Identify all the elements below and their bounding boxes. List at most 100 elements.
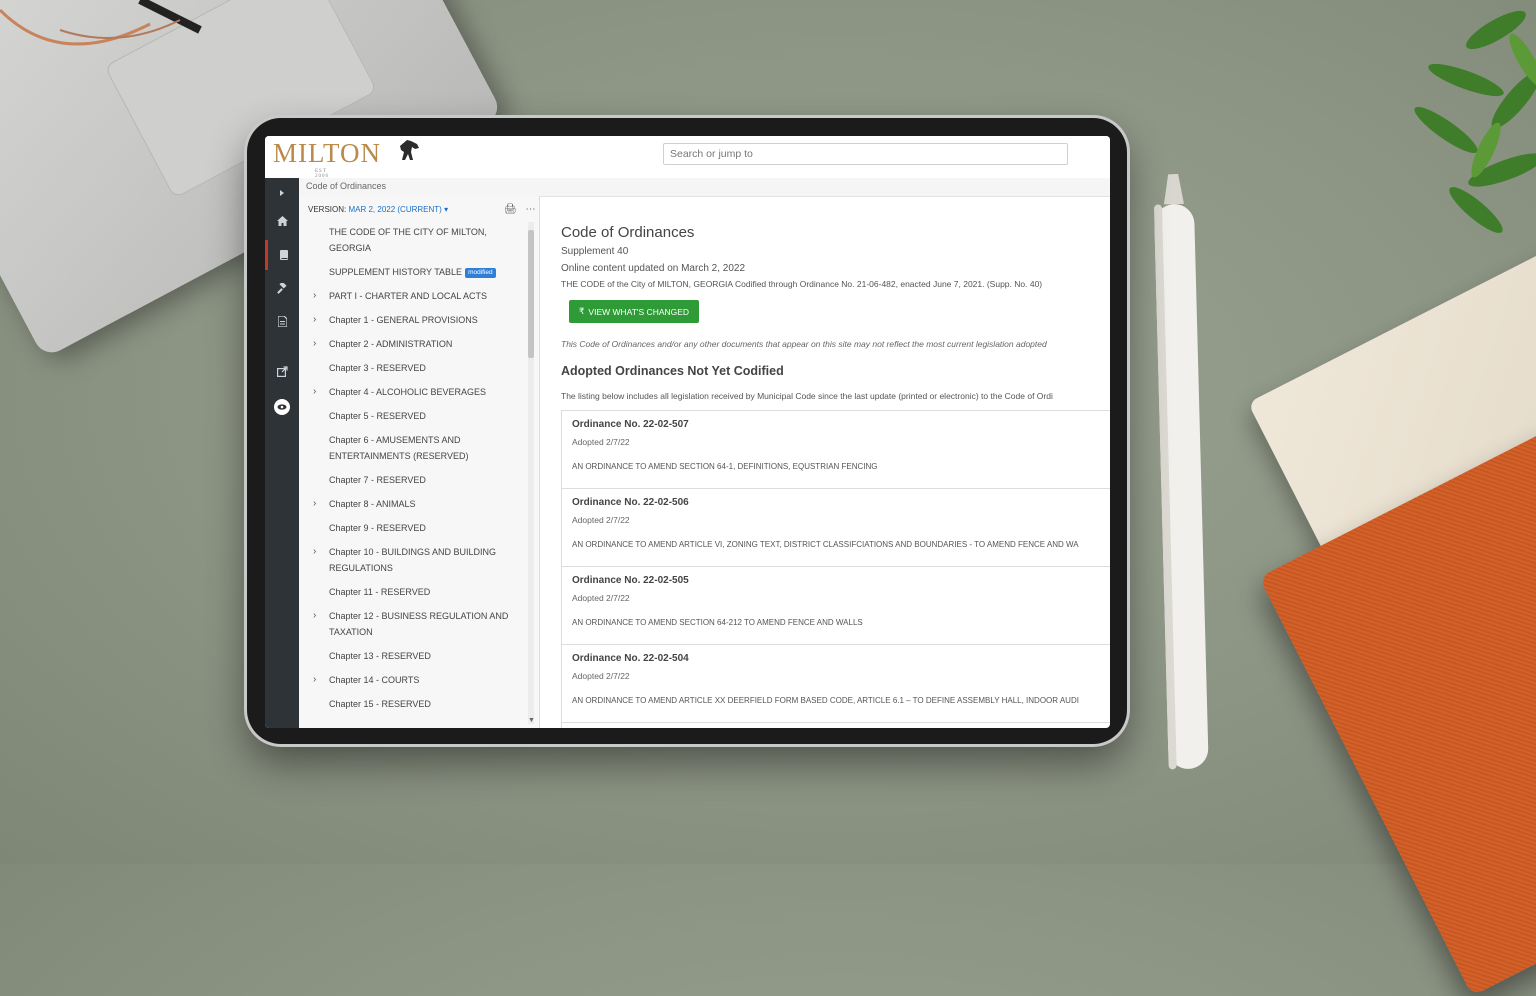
scroll-down-arrow-icon[interactable]: ▼ [528,717,535,724]
gavel-icon [276,282,287,294]
toc-tools: 🖨 ⋯ [504,204,535,215]
chevron-right-icon[interactable]: › [313,288,316,304]
eye-icon [274,399,290,415]
toc-item[interactable]: › PART I - CHARTER AND LOCAL ACTS [299,284,527,308]
scroll-thumb[interactable] [528,230,534,358]
ordinance-description: AN ORDINANCE TO AMEND ARTICLE VI, ZONING… [572,540,1079,549]
chevron-right-icon[interactable]: › [313,544,316,560]
more-icon[interactable]: ⋯ [525,204,535,215]
ordinance-adopted-date: Adopted 2/7/22 [572,437,630,447]
toc-item-label: Chapter 15 - RESERVED [329,699,431,709]
version-selector[interactable]: VERSION: MAR 2, 2022 (CURRENT) ▾ [308,205,448,214]
toc-item-label: Chapter 9 - RESERVED [329,523,426,533]
print-icon[interactable]: 🖨 [504,204,517,215]
codified-text: THE CODE of the City of MILTON, GEORGIA … [561,279,1043,289]
toc-item[interactable]: Chapter 15 - RESERVED [299,692,527,716]
toc-item[interactable]: › Chapter 2 - ADMINISTRATION [299,332,527,356]
chevron-right-icon[interactable]: › [313,336,316,352]
view-toggle-button[interactable] [265,392,299,422]
toc-item-label: SUPPLEMENT HISTORY TABLE [329,267,463,277]
ordinance-adopted-date: Adopted 2/7/22 [572,671,630,681]
toc-item[interactable]: SUPPLEMENT HISTORY TABLE modified [299,260,527,284]
toc-item-label: Chapter 13 - RESERVED [329,651,431,661]
ordinance-description: AN ORDINANCE TO AMEND SECTION 64-1, DEFI… [572,462,878,471]
disclaimer-text: This Code of Ordinances and/or any other… [561,339,1047,349]
ordinance-description: AN ORDINANCE TO AMEND SECTION 64-212 TO … [572,618,863,627]
ordinance-card[interactable]: Ordinance No. 22-02-505 Adopted 2/7/22 AN … [562,567,1110,645]
supplement-label: Supplement 40 [561,246,629,257]
external-link-icon [276,365,288,377]
toc-item-label: Chapter 3 - RESERVED [329,363,426,373]
home-button[interactable] [265,206,299,236]
ordinance-card[interactable]: Ordinance No. 22-02-506 Adopted 2/7/22 AN … [562,489,1110,567]
book-icon [279,249,288,260]
document-icon [277,315,287,327]
toc-item-label: Chapter 8 - ANIMALS [329,499,416,509]
ordinance-title[interactable]: Ordinance No. 22-02-504 [572,653,689,664]
toc-item-label: Chapter 5 - RESERVED [329,411,426,421]
toc-item[interactable]: › Chapter 1 - GENERAL PROVISIONS [299,308,527,332]
stylus-prop [1154,173,1209,770]
chevron-right-icon[interactable]: › [313,608,316,624]
version-value[interactable]: MAR 2, 2022 (CURRENT) [348,205,441,214]
ordinance-description: AN ORDINANCE TO AMEND ARTICLE XX DEERFIE… [572,696,1079,705]
chevron-right-icon[interactable]: › [313,496,316,512]
toc-item-label: Chapter 14 - COURTS [329,675,420,685]
toc-item[interactable]: Chapter 9 - RESERVED [299,516,527,540]
listing-text: The listing below includes all legislati… [561,391,1053,401]
toc-item-label: Chapter 2 - ADMINISTRATION [329,339,453,349]
toc-item[interactable]: Chapter 7 - RESERVED [299,468,527,492]
toc-item[interactable]: Chapter 13 - RESERVED [299,644,527,668]
breadcrumb-item[interactable]: Code of Ordinances [306,181,386,191]
version-label: VERSION: [308,205,347,214]
chevron-down-icon: ▾ [444,205,449,214]
plant-prop [1414,10,1536,233]
toc-list: THE CODE OF THE CITY OF MILTON, GEORGIA S… [299,220,527,716]
documents-button[interactable] [265,306,299,336]
toc-item-label: Chapter 6 - AMUSEMENTS AND ENTERTAINMENT… [329,435,469,461]
toc-item[interactable]: Chapter 3 - RESERVED [299,356,527,380]
ordinances-button[interactable] [265,273,299,303]
chevron-right-icon[interactable]: › [313,312,316,328]
chevron-right-icon[interactable]: › [313,672,316,688]
logo-text: MILTON [273,138,382,168]
view-whats-changed-label: VIEW WHAT'S CHANGED [588,306,690,317]
toc-item[interactable]: THE CODE OF THE CITY OF MILTON, GEORGIA [299,220,527,260]
toc-item[interactable]: › Chapter 8 - ANIMALS [299,492,527,516]
main-content: Code of Ordinances Supplement 40 Online … [540,196,1110,728]
toc-sidebar: VERSION: MAR 2, 2022 (CURRENT) ▾ 🖨 ⋯ THE… [299,196,540,728]
ordinance-adopted-date: Adopted 2/7/22 [572,593,630,603]
codes-button[interactable] [265,240,299,270]
toc-item[interactable]: Chapter 5 - RESERVED [299,404,527,428]
ordinance-card[interactable]: Ordinance No. 22-02-504 Adopted 2/7/22 AN … [562,645,1110,723]
section-heading: Adopted Ordinances Not Yet Codified [561,364,784,378]
ordinance-title[interactable]: Ordinance No. 22-02-505 [572,575,689,586]
toc-item-label: PART I - CHARTER AND LOCAL ACTS [329,291,488,301]
home-icon [276,216,288,226]
toc-item-label: THE CODE OF THE CITY OF MILTON, GEORGIA [329,227,487,253]
expand-rail-button[interactable] [265,178,299,208]
ordinance-card[interactable]: Ordinance No. 22-02-503 [562,723,1110,728]
chevron-right-icon [280,190,284,196]
view-whats-changed-button[interactable]: ₹ VIEW WHAT'S CHANGED [569,300,700,323]
toc-item[interactable]: › Chapter 14 - COURTS [299,668,527,692]
ordinance-card[interactable]: Ordinance No. 22-02-507 Adopted 2/7/22 AN … [562,411,1110,489]
updated-date: Online content updated on March 2, 2022 [561,263,746,274]
toc-scrollbar[interactable]: ▼ [528,222,535,724]
modified-badge: modified [465,268,496,278]
toc-item-label: Chapter 7 - RESERVED [329,475,426,485]
toc-item[interactable]: › Chapter 12 - BUSINESS REGULATION AND TA… [299,604,527,644]
external-link-button[interactable] [265,356,299,386]
toc-item[interactable]: › Chapter 4 - ALCOHOLIC BEVERAGES [299,380,527,404]
toc-item-label: Chapter 1 - GENERAL PROVISIONS [329,315,478,325]
chevron-right-icon[interactable]: › [313,384,316,400]
search-input[interactable] [663,143,1068,165]
toc-item[interactable]: › Chapter 10 - BUILDINGS AND BUILDING REG… [299,540,527,580]
ordinance-title[interactable]: Ordinance No. 22-02-506 [572,497,689,508]
horse-icon [400,140,419,160]
toc-item[interactable]: Chapter 6 - AMUSEMENTS AND ENTERTAINMENT… [299,428,527,468]
ordinance-title[interactable]: Ordinance No. 22-02-507 [572,419,689,430]
toc-item-label: Chapter 12 - BUSINESS REGULATION AND TAX… [329,611,509,637]
toc-item[interactable]: Chapter 11 - RESERVED [299,580,527,604]
changes-icon: ₹ [579,306,585,316]
